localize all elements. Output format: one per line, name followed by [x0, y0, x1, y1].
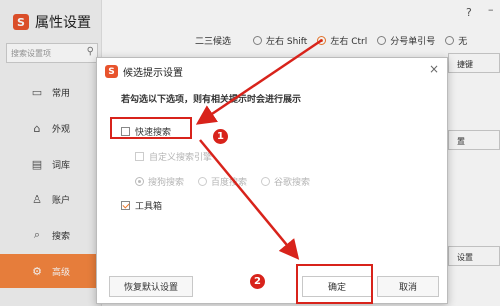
arrow-to-ok-button [199, 139, 300, 260]
step-badge-2: 2 [249, 273, 266, 290]
annotation-arrows [195, 38, 323, 260]
step-badge-1: 1 [212, 128, 229, 145]
arrow-to-ctrl-option [195, 38, 323, 125]
